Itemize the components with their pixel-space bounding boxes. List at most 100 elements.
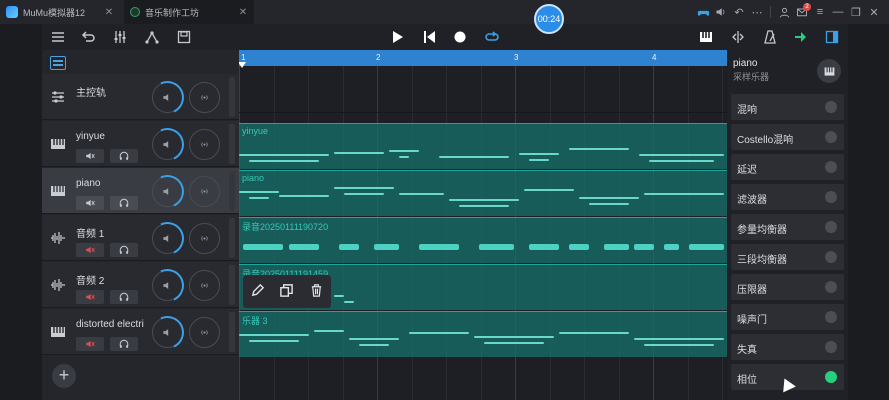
track-piano[interactable]: piano xyxy=(42,168,239,214)
menu-icon[interactable] xyxy=(48,27,68,47)
volume-icon[interactable] xyxy=(712,3,730,21)
midi-note xyxy=(459,205,509,207)
fx-enable-toggle[interactable] xyxy=(825,251,837,263)
fx-enable-toggle[interactable] xyxy=(825,311,837,323)
recording-timer[interactable]: 00:24 xyxy=(534,4,564,34)
pan-knob[interactable] xyxy=(189,129,220,160)
fx-enable-toggle[interactable] xyxy=(825,341,837,353)
volume-knob[interactable] xyxy=(152,317,183,348)
monitor-button[interactable] xyxy=(110,243,138,257)
volume-knob[interactable] xyxy=(152,82,183,113)
user-icon[interactable] xyxy=(775,3,793,21)
track-distorted-electric[interactable]: distorted electri xyxy=(42,309,239,355)
node-icon[interactable] xyxy=(142,27,162,47)
app-logo-icon xyxy=(130,7,140,17)
mute-button[interactable] xyxy=(76,243,104,257)
track-handle[interactable] xyxy=(229,218,235,258)
fx-item[interactable]: 三段均衡器 xyxy=(731,244,844,270)
add-track-button[interactable]: + xyxy=(52,364,76,388)
bar-label: 4 xyxy=(652,53,657,62)
arrangement-timeline[interactable]: 1 2 3 4 yinyue piano 录音20250111190720 录音… xyxy=(239,50,727,400)
split-icon[interactable] xyxy=(728,27,748,47)
keyboard-icon[interactable] xyxy=(696,27,716,47)
fx-enable-toggle[interactable] xyxy=(825,221,837,233)
track-master[interactable]: 主控轨 xyxy=(42,74,239,120)
gamepad-icon[interactable] xyxy=(694,3,712,21)
fx-enable-toggle[interactable] xyxy=(825,131,837,143)
fx-item[interactable]: Costello混响 xyxy=(731,124,844,150)
grid-toggle-icon[interactable] xyxy=(50,56,66,70)
volume-knob[interactable] xyxy=(152,223,183,254)
menu-lines-icon[interactable]: ≡ xyxy=(811,3,829,21)
fx-item[interactable]: 混响 xyxy=(731,94,844,120)
fx-enable-toggle[interactable] xyxy=(825,191,837,203)
fx-item[interactable]: 参量均衡器 xyxy=(731,214,844,240)
export-arrow-icon[interactable] xyxy=(791,27,811,47)
rewind-icon[interactable] xyxy=(419,27,439,47)
fx-item[interactable]: 失真 xyxy=(731,334,844,360)
fx-item[interactable]: 延迟 xyxy=(731,154,844,180)
back-icon[interactable]: ↶ xyxy=(730,3,748,21)
clip-piano[interactable]: piano xyxy=(239,170,727,216)
pan-icon xyxy=(201,189,208,194)
pan-icon xyxy=(201,142,208,147)
clip-recording-1[interactable]: 录音20250111190720 xyxy=(239,217,727,263)
timeline-ruler[interactable]: 1 2 3 4 xyxy=(239,50,727,68)
track-yinyue[interactable]: yinyue xyxy=(42,121,239,167)
restore-icon[interactable]: ❐ xyxy=(847,3,865,21)
pan-knob[interactable] xyxy=(189,82,220,113)
volume-knob[interactable] xyxy=(152,129,183,160)
fx-enable-toggle[interactable] xyxy=(825,371,837,383)
fx-item[interactable]: 噪声门 xyxy=(731,304,844,330)
fx-enable-toggle[interactable] xyxy=(825,281,837,293)
delete-trash-icon[interactable] xyxy=(309,283,324,301)
mute-button[interactable] xyxy=(76,196,104,210)
mixer-icon[interactable] xyxy=(110,27,130,47)
pan-knob[interactable] xyxy=(189,223,220,254)
monitor-button[interactable] xyxy=(110,290,138,304)
pan-knob[interactable] xyxy=(189,317,220,348)
pan-knob[interactable] xyxy=(189,176,220,207)
duplicate-icon[interactable] xyxy=(279,283,294,301)
fx-item[interactable]: 滤波器 xyxy=(731,184,844,210)
play-icon[interactable] xyxy=(387,27,407,47)
track-handle[interactable] xyxy=(229,171,235,211)
close-app-tab-icon[interactable]: ✕ xyxy=(236,5,250,19)
track-audio-1[interactable]: 音频 1 xyxy=(42,215,239,261)
save-icon[interactable] xyxy=(174,27,194,47)
mute-button[interactable] xyxy=(76,290,104,304)
track-handle[interactable] xyxy=(229,312,235,352)
undo-icon[interactable] xyxy=(78,27,98,47)
metronome-icon[interactable] xyxy=(760,27,780,47)
volume-knob[interactable] xyxy=(152,176,183,207)
more-dots-icon[interactable]: ⋯ xyxy=(748,3,766,21)
app-tab[interactable]: 音乐制作工坊 xyxy=(124,0,254,24)
track-handle[interactable] xyxy=(229,77,235,117)
close-window-icon[interactable]: ✕ xyxy=(865,3,883,21)
track-handle[interactable] xyxy=(229,124,235,164)
monitor-button[interactable] xyxy=(110,337,138,351)
monitor-button[interactable] xyxy=(110,149,138,163)
mute-button[interactable] xyxy=(76,337,104,351)
monitor-button[interactable] xyxy=(110,196,138,210)
emulator-home-tab[interactable]: MuMu模拟器12 xyxy=(0,0,118,24)
track-audio-2[interactable]: 音频 2 xyxy=(42,262,239,308)
track-handle[interactable] xyxy=(229,265,235,305)
volume-knob[interactable] xyxy=(152,270,183,301)
panel-toggle-icon[interactable] xyxy=(822,27,842,47)
mail-icon[interactable]: 2 xyxy=(793,3,811,21)
instrument-picker-button[interactable] xyxy=(817,59,841,83)
close-tab-icon[interactable]: ✕ xyxy=(102,5,116,19)
record-icon[interactable] xyxy=(450,27,470,47)
pan-knob[interactable] xyxy=(189,270,220,301)
fx-enable-toggle[interactable] xyxy=(825,101,837,113)
mute-button[interactable] xyxy=(76,149,104,163)
app-toolbar xyxy=(42,24,848,50)
clip-yinyue[interactable]: yinyue xyxy=(239,123,727,169)
edit-pencil-icon[interactable] xyxy=(250,283,265,301)
minimize-icon[interactable]: — xyxy=(829,3,847,21)
loop-icon[interactable] xyxy=(482,27,502,47)
clip-instrument-3[interactable]: 乐器 3 xyxy=(239,311,727,357)
fx-item[interactable]: 压限器 xyxy=(731,274,844,300)
fx-enable-toggle[interactable] xyxy=(825,161,837,173)
